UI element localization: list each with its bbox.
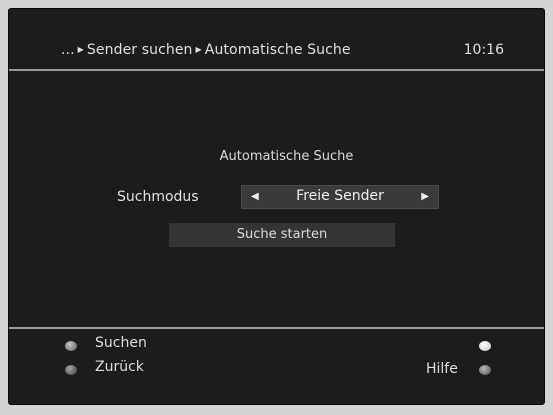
breadcrumb-item-sender-suchen: Sender suchen — [86, 42, 193, 58]
search-mode-label: Suchmodus — [117, 189, 199, 205]
green-button-label[interactable]: Zurück — [95, 359, 144, 375]
triangle-right-icon: ▶ — [77, 45, 84, 54]
breadcrumb-item-automatische-suche: Automatische Suche — [204, 42, 351, 58]
blue-button-icon[interactable] — [479, 365, 491, 375]
header-divider — [9, 69, 544, 71]
breadcrumb-item-root: ... — [61, 42, 75, 58]
triangle-right-icon: ▶ — [195, 45, 202, 54]
blue-button-label[interactable]: Hilfe — [426, 361, 458, 377]
page-title: Automatische Suche — [219, 149, 354, 164]
red-button-icon[interactable] — [65, 341, 77, 351]
footer-divider — [9, 327, 544, 329]
start-search-button[interactable]: Suche starten — [169, 223, 395, 247]
breadcrumb: ... ▶ Sender suchen ▶ Automatische Suche — [61, 42, 351, 58]
green-button-icon[interactable] — [65, 365, 77, 375]
triangle-right-icon[interactable]: ▶ — [421, 189, 429, 205]
search-mode-value: Freie Sender — [296, 188, 384, 204]
red-button-label[interactable]: Suchen — [95, 335, 147, 351]
tv-screen: ... ▶ Sender suchen ▶ Automatische Suche 10:… — [8, 8, 545, 405]
yellow-button-icon[interactable] — [479, 341, 491, 351]
header: ... ▶ Sender suchen ▶ Automatische Suche 10:… — [9, 9, 544, 71]
clock: 10:16 — [463, 42, 504, 58]
search-mode-selector[interactable]: ◀ Freie Sender ▶ — [241, 185, 439, 209]
